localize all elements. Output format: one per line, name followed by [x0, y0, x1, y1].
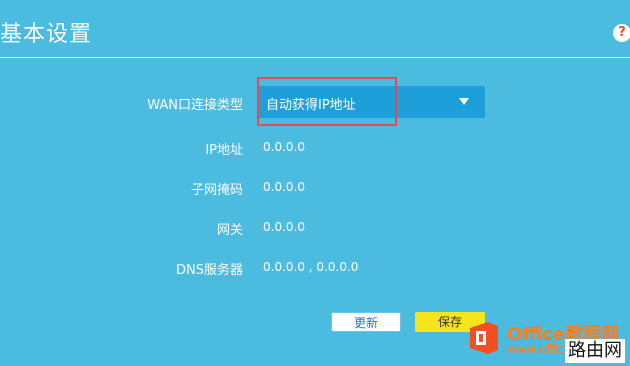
wan-type-label: WAN口连接类型: [147, 98, 243, 113]
watermark-site: 路由网: [565, 339, 625, 363]
highlight-annotation-box: [257, 77, 397, 126]
subnet-mask-label: 子网掩码: [190, 183, 243, 198]
gateway-label: 网关: [216, 223, 243, 238]
ip-address-label: IP地址: [205, 143, 243, 158]
help-icon[interactable]: ?: [613, 24, 630, 42]
dns-server-label: DNS服务器: [176, 263, 243, 278]
chevron-down-icon: [459, 98, 469, 105]
gateway-value: 0.0.0.0: [263, 220, 305, 234]
header-divider: [0, 57, 630, 58]
page-title: 基本设置: [0, 22, 93, 47]
office-logo-icon: [470, 322, 498, 354]
dns-server-value: 0.0.0.0 , 0.0.0.0: [263, 260, 359, 274]
ip-address-value: 0.0.0.0: [263, 140, 305, 154]
subnet-mask-value: 0.0.0.0: [263, 180, 305, 194]
refresh-button[interactable]: 更新: [331, 312, 401, 332]
